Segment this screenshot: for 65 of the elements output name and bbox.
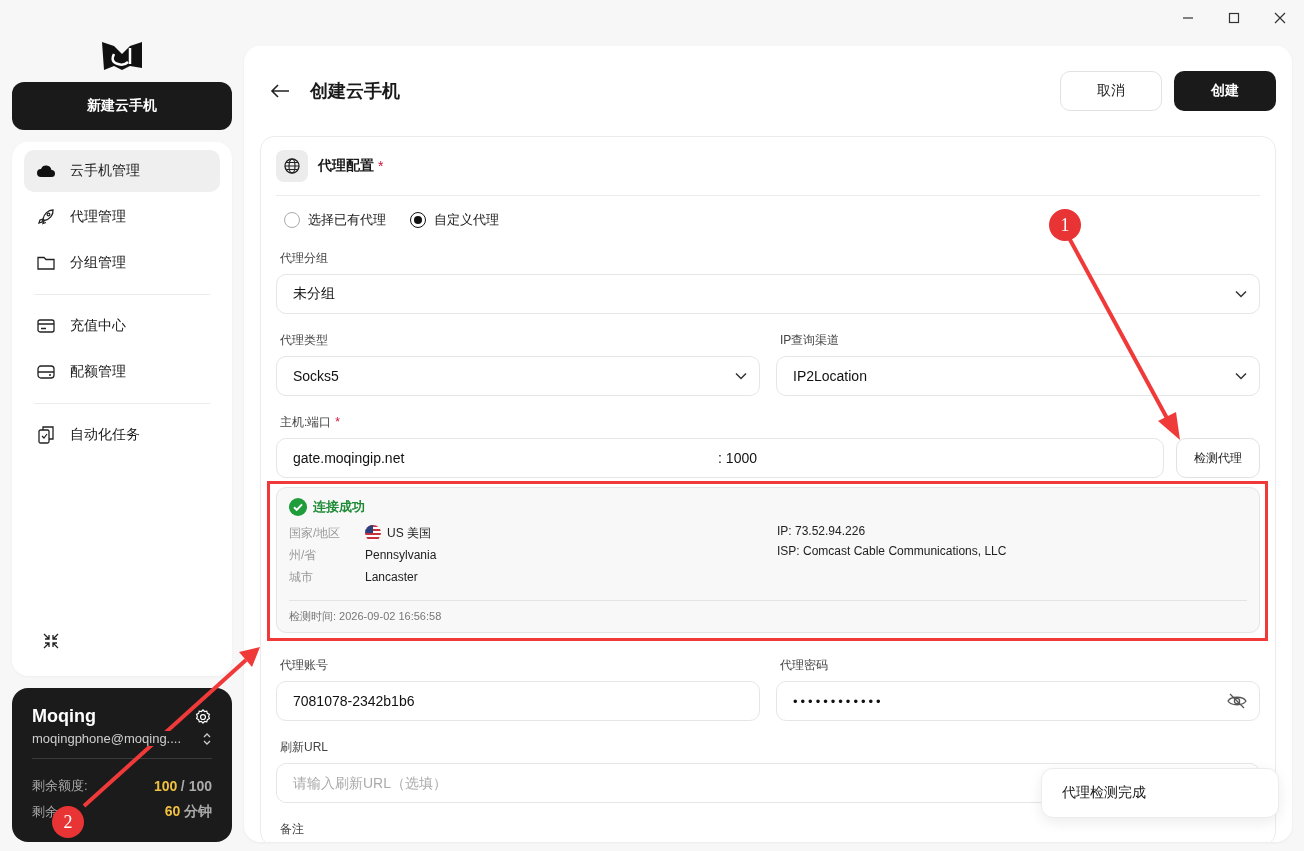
check-time: 检测时间: 2026-09-02 16:56:58 bbox=[289, 609, 443, 624]
info-value: US 美国 bbox=[387, 524, 431, 542]
sidebar-item[interactable]: 云手机管理 bbox=[24, 150, 220, 192]
field-label: 备注 bbox=[280, 821, 304, 837]
section-title: 代理配置 bbox=[318, 157, 374, 175]
radio-option[interactable]: 选择已有代理 bbox=[284, 211, 386, 229]
required-mark: * bbox=[335, 415, 340, 429]
quota-total: / 100 bbox=[180, 778, 212, 794]
field-label: 代理类型 bbox=[280, 332, 328, 348]
sidebar-item[interactable]: 充值中心 bbox=[24, 305, 220, 347]
sidebar-item[interactable]: 配额管理 bbox=[24, 351, 220, 393]
field-label: 主机:端口 bbox=[280, 413, 332, 431]
toast-notification: 代理检测完成 bbox=[1041, 768, 1279, 818]
user-name: Moqing bbox=[32, 706, 96, 727]
sidebar-item[interactable]: 自动化任务 bbox=[24, 414, 220, 456]
isp-name: ISP: Comcast Cable Communications, LLC bbox=[777, 544, 1007, 558]
card-icon bbox=[36, 316, 56, 336]
collapse-icon[interactable] bbox=[42, 632, 60, 650]
maximize-icon[interactable] bbox=[1228, 12, 1240, 24]
eye-off-icon[interactable] bbox=[1227, 693, 1247, 709]
chevron-down-icon bbox=[1235, 290, 1247, 298]
cancel-button[interactable]: 取消 bbox=[1060, 71, 1162, 111]
field-label: 代理密码 bbox=[780, 657, 828, 673]
field-label: 代理账号 bbox=[280, 657, 328, 673]
field-label: IP查询渠道 bbox=[780, 332, 840, 348]
required-mark: * bbox=[378, 158, 384, 174]
info-label: 国家/地区 bbox=[289, 524, 342, 542]
sidebar-item[interactable]: 分组管理 bbox=[24, 242, 220, 284]
field-label: 代理分组 bbox=[280, 250, 328, 266]
back-arrow-icon[interactable] bbox=[270, 83, 290, 99]
create-button[interactable]: 创建 bbox=[1174, 71, 1276, 111]
quota-label: 剩余额度: bbox=[32, 777, 88, 795]
time-unit: 分钟 bbox=[184, 803, 212, 819]
type-select[interactable]: Socks5 bbox=[276, 356, 760, 396]
clipboard-icon bbox=[36, 425, 56, 445]
account-input[interactable]: 7081078-2342b1b6 bbox=[276, 681, 760, 721]
info-value: Pennsylvania bbox=[365, 548, 437, 562]
info-label: 城市 bbox=[289, 568, 314, 586]
status-text: 连接成功 bbox=[313, 498, 365, 516]
channel-select[interactable]: IP2Location bbox=[776, 356, 1260, 396]
quota-remaining: 100 bbox=[153, 778, 178, 794]
page-title: 创建云手机 bbox=[310, 80, 400, 103]
radio-option[interactable]: 自定义代理 bbox=[410, 211, 499, 229]
logo-icon bbox=[100, 40, 144, 72]
server-icon bbox=[36, 362, 56, 382]
ip-address: IP: 73.52.94.226 bbox=[777, 524, 867, 538]
info-label: 州/省 bbox=[289, 546, 318, 564]
new-phone-button[interactable]: 新建云手机 bbox=[12, 82, 232, 130]
rocket-icon bbox=[36, 207, 56, 227]
close-icon[interactable] bbox=[1274, 12, 1286, 24]
host-input[interactable]: gate.moqingip.net : 1000 bbox=[276, 438, 1164, 478]
sidebar-item[interactable]: 代理管理 bbox=[24, 196, 220, 238]
password-input[interactable]: •••••••••••• bbox=[776, 681, 1260, 721]
settings-icon[interactable] bbox=[194, 707, 212, 726]
field-label: 刷新URL bbox=[280, 739, 328, 755]
info-value: Lancaster bbox=[365, 570, 418, 584]
time-remaining: 60 bbox=[164, 803, 181, 819]
flag-icon bbox=[365, 525, 381, 541]
chevron-down-icon bbox=[735, 372, 747, 380]
user-email: moqingphone@moqing.... bbox=[32, 731, 182, 746]
chevron-down-icon bbox=[1235, 372, 1247, 380]
switch-account-icon[interactable] bbox=[202, 731, 212, 746]
globe-icon bbox=[276, 150, 308, 182]
detect-proxy-button[interactable]: 检测代理 bbox=[1176, 438, 1260, 478]
group-select[interactable]: 未分组 bbox=[276, 274, 1260, 314]
